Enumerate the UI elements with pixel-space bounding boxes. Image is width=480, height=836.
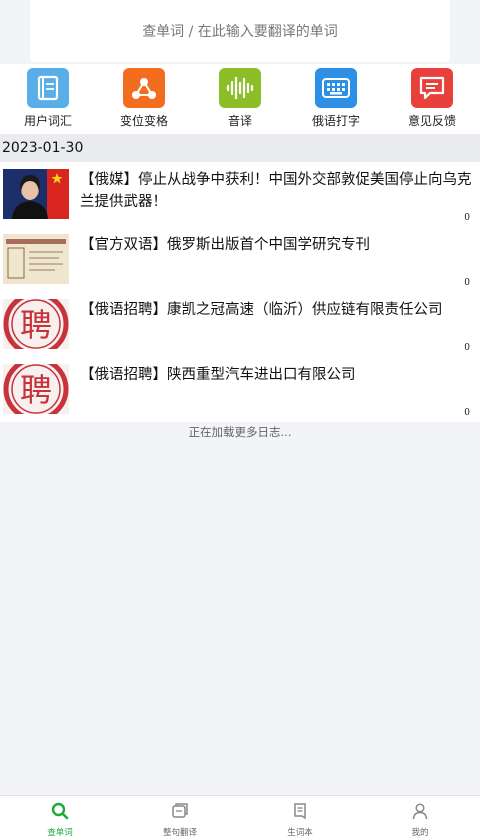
tool-conjugation[interactable]: 变位变格 xyxy=(96,64,192,134)
news-title: 【俄媒】停止从战争中获利！中国外交部敦促美国停止向乌克兰提供武器！ xyxy=(80,172,472,210)
notebook-icon xyxy=(27,68,69,108)
news-item[interactable]: 聘 【俄语招聘】康凯之冠高速（临沂）供应链有限责任公司 0 xyxy=(0,292,480,357)
news-thumbnail xyxy=(3,234,69,284)
user-icon xyxy=(411,802,429,824)
news-view-count: 0 xyxy=(464,278,470,288)
news-item[interactable]: 【俄媒】停止从战争中获利！中国外交部敦促美国停止向乌克兰提供武器！ 0 xyxy=(0,162,480,227)
tool-russian-typing[interactable]: 俄语打字 xyxy=(288,64,384,134)
news-thumbnail: 聘 xyxy=(3,299,69,349)
date-header: 2023-01-30 xyxy=(0,134,480,162)
news-view-count: 0 xyxy=(464,343,470,353)
svg-text:聘: 聘 xyxy=(20,371,52,409)
nav-label: 我的 xyxy=(411,828,429,836)
tool-label: 音译 xyxy=(227,114,252,128)
nav-label: 整句翻译 xyxy=(162,828,197,836)
news-item[interactable]: 【官方双语】俄罗斯出版首个中国学研究专刊 0 xyxy=(0,227,480,292)
search-icon xyxy=(51,802,69,824)
news-list: 【俄媒】停止从战争中获利！中国外交部敦促美国停止向乌克兰提供武器！ 0 【官方双… xyxy=(0,162,480,422)
tool-transliteration[interactable]: 音译 xyxy=(192,64,288,134)
tool-bar: 用户词汇 变位变格 音译 俄语打字 意见反馈 xyxy=(0,64,480,134)
svg-text:聘: 聘 xyxy=(20,306,52,344)
loading-more-text: 正在加载更多日志... xyxy=(188,425,292,439)
nav-sentence-translate[interactable]: 整句翻译 xyxy=(120,796,240,836)
news-title: 【官方双语】俄罗斯出版首个中国学研究专刊 xyxy=(80,237,370,253)
news-title: 【俄语招聘】康凯之冠高速（临沂）供应链有限责任公司 xyxy=(80,302,443,318)
keyboard-icon xyxy=(315,68,357,108)
tool-label: 俄语打字 xyxy=(311,114,360,128)
feedback-chat-icon xyxy=(411,68,453,108)
wordbook-icon xyxy=(291,802,309,824)
tool-user-vocabulary[interactable]: 用户词汇 xyxy=(0,64,96,134)
bottom-nav: 查单词 整句翻译 生词本 我的 xyxy=(0,795,480,836)
sound-wave-icon xyxy=(219,68,261,108)
nav-profile[interactable]: 我的 xyxy=(360,796,480,836)
nav-wordbook[interactable]: 生词本 xyxy=(240,796,360,836)
tool-feedback[interactable]: 意见反馈 xyxy=(384,64,480,134)
news-item[interactable]: 聘 【俄语招聘】陕西重型汽车进出口有限公司 0 xyxy=(0,357,480,422)
news-view-count: 0 xyxy=(464,213,470,223)
search-area: 查单词 / 在此输入要翻译的单词 xyxy=(0,0,480,64)
tool-label: 意见反馈 xyxy=(407,114,456,128)
translate-icon xyxy=(171,802,189,824)
nav-label: 查单词 xyxy=(47,828,73,836)
share-nodes-icon xyxy=(123,68,165,108)
nav-lookup[interactable]: 查单词 xyxy=(0,796,120,836)
news-thumbnail xyxy=(3,169,69,219)
tool-label: 变位变格 xyxy=(119,114,168,128)
news-thumbnail: 聘 xyxy=(3,364,69,414)
news-view-count: 0 xyxy=(464,408,470,418)
tool-label: 用户词汇 xyxy=(23,114,72,128)
search-input[interactable]: 查单词 / 在此输入要翻译的单词 xyxy=(30,0,450,62)
news-title: 【俄语招聘】陕西重型汽车进出口有限公司 xyxy=(80,367,356,383)
nav-label: 生词本 xyxy=(287,828,313,836)
